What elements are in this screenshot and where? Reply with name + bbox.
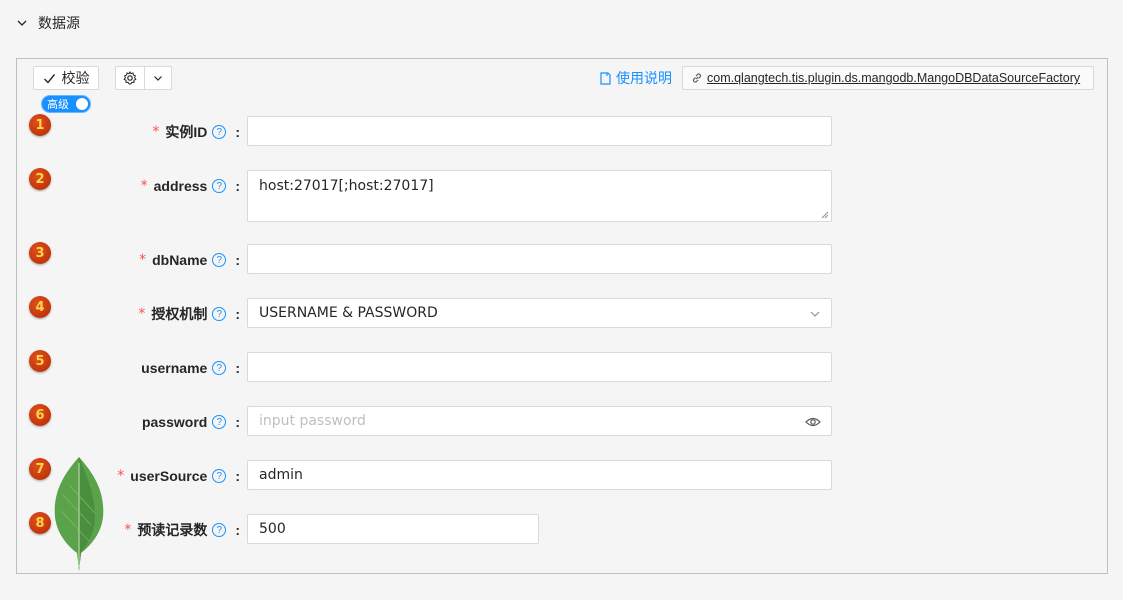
gear-icon <box>123 71 137 85</box>
help-question-icon[interactable]: ? <box>212 469 227 483</box>
field-label: * address ? : <box>141 170 240 202</box>
field-label-text: 实例ID <box>165 124 208 140</box>
section-header[interactable]: 数据源 <box>16 12 80 34</box>
field-label-text: username <box>141 360 208 376</box>
field-label: * 实例ID ? : <box>152 116 240 148</box>
toggle-knob <box>76 98 88 110</box>
mongodb-leaf-logo <box>54 457 104 571</box>
address-value: host:27017[;host:27017] <box>259 178 434 194</box>
advanced-toggle[interactable]: 高级 <box>41 95 91 113</box>
field-label-text: address <box>153 178 208 194</box>
field-label: * dbName ? : <box>139 244 240 276</box>
check-icon <box>43 73 55 84</box>
eye-icon[interactable] <box>805 415 821 429</box>
field-label: * 预读记录数 ? : <box>124 514 240 546</box>
field-row-auth-mechanism: 4 * 授权机制 ? : USERNAME & PASSWORD <box>17 296 1107 330</box>
required-mark: * <box>140 178 148 194</box>
chevron-down-icon <box>154 76 162 81</box>
field-label: * userSource ? : <box>117 460 240 492</box>
step-badge: 3 <box>29 242 51 264</box>
field-row-user-source: 7 * userSource ? : admin <box>17 458 1107 492</box>
field-label-text: dbName <box>152 252 208 268</box>
password-placeholder: input password <box>259 413 366 429</box>
label-colon: : <box>235 522 240 538</box>
auth-mechanism-select[interactable]: USERNAME & PASSWORD <box>247 298 832 328</box>
field-row-dbname: 3 * dbName ? : <box>17 242 1107 276</box>
required-mark: * <box>124 522 132 538</box>
required-mark: * <box>138 306 146 322</box>
help-question-icon[interactable]: ? <box>212 253 227 267</box>
help-link-label: 使用说明 <box>616 70 672 86</box>
field-row-instance-id: 1 * 实例ID ? : <box>17 114 1107 148</box>
username-input[interactable] <box>247 352 832 382</box>
advanced-toggle-label: 高级 <box>47 99 69 111</box>
label-colon: : <box>235 178 240 194</box>
help-question-icon[interactable]: ? <box>212 361 227 375</box>
auth-mechanism-value: USERNAME & PASSWORD <box>259 305 438 321</box>
section-title: 数据源 <box>38 15 80 31</box>
user-source-input[interactable]: admin <box>247 460 832 490</box>
plugin-class-link[interactable]: com.qlangtech.tis.plugin.ds.mangodb.Mang… <box>682 66 1094 90</box>
label-colon: : <box>235 414 240 430</box>
chevron-down-icon <box>810 311 820 317</box>
chevron-down-icon <box>17 20 27 26</box>
label-colon: : <box>235 252 240 268</box>
verify-label: 校验 <box>61 70 90 86</box>
field-label-text: 授权机制 <box>151 306 208 322</box>
step-badge: 1 <box>29 114 51 136</box>
label-colon: : <box>235 306 240 322</box>
help-question-icon[interactable]: ? <box>212 307 227 321</box>
link-icon <box>692 73 702 83</box>
verify-button[interactable]: 校验 <box>33 66 99 90</box>
field-row-username: 5 username ? : <box>17 350 1107 384</box>
step-badge: 5 <box>29 350 51 372</box>
step-badge: 7 <box>29 458 51 480</box>
label-colon: : <box>235 360 240 376</box>
field-label-text: 预读记录数 <box>137 522 208 538</box>
field-row-preread-count: 8 * 预读记录数 ? : 500 <box>17 512 1107 546</box>
label-colon: : <box>235 468 240 484</box>
plugin-class-name: com.qlangtech.tis.plugin.ds.mangodb.Mang… <box>707 71 1081 85</box>
step-badge: 8 <box>29 512 51 534</box>
help-question-icon[interactable]: ? <box>212 179 227 193</box>
required-mark: * <box>139 252 147 268</box>
help-link[interactable]: 使用说明 <box>600 68 672 88</box>
resize-grip-icon[interactable] <box>821 211 829 219</box>
help-question-icon[interactable]: ? <box>212 125 227 139</box>
step-badge: 4 <box>29 296 51 318</box>
step-badge: 2 <box>29 168 51 190</box>
help-question-icon[interactable]: ? <box>212 415 227 429</box>
label-colon: : <box>235 124 240 140</box>
preread-count-input[interactable]: 500 <box>247 514 539 544</box>
step-badge: 6 <box>29 404 51 426</box>
field-label: * 授权机制 ? : <box>138 298 240 330</box>
field-row-password: 6 password ? : input password <box>17 404 1107 438</box>
settings-dropdown-button[interactable] <box>144 66 172 90</box>
field-label: password ? : <box>136 406 240 438</box>
field-row-address: 2 * address ? : host:27017[;host:27017] <box>17 168 1107 222</box>
required-mark: * <box>152 124 160 140</box>
field-label: username ? : <box>135 352 240 384</box>
instance-id-input[interactable] <box>247 116 832 146</box>
address-textarea[interactable]: host:27017[;host:27017] <box>247 170 832 222</box>
datasource-panel: 校验 使用说明 com.qlangtech.tis.plugin.ds.mang… <box>16 58 1108 574</box>
required-mark: * <box>117 468 125 484</box>
password-input[interactable]: input password <box>247 406 832 436</box>
dbname-input[interactable] <box>247 244 832 274</box>
book-icon <box>600 71 611 85</box>
field-label-text: userSource <box>130 468 208 484</box>
settings-button[interactable] <box>115 66 145 90</box>
help-question-icon[interactable]: ? <box>212 523 227 537</box>
field-label-text: password <box>141 414 208 430</box>
